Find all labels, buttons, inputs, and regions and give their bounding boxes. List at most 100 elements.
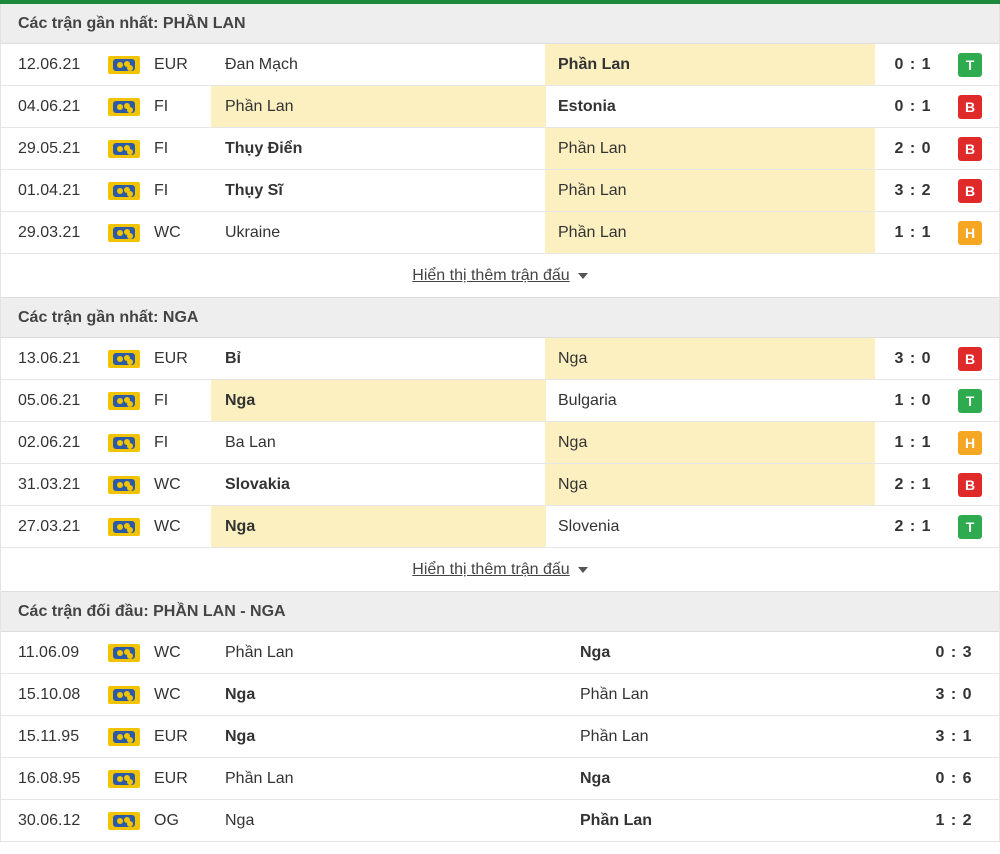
league-code[interactable]: FI (154, 86, 214, 127)
match-score[interactable]: 1 : 2 (916, 800, 992, 841)
league-code[interactable]: FI (154, 380, 214, 421)
match-row[interactable]: 11.06.09 WC Phần Lan Nga 0 : 3 (1, 632, 999, 674)
match-score[interactable]: 2 : 1 (873, 464, 953, 505)
result-cell: H (958, 212, 982, 253)
match-score[interactable]: 3 : 1 (916, 716, 992, 757)
league-code[interactable]: EUR (154, 44, 214, 85)
result-badge: B (958, 136, 982, 161)
league-code[interactable]: FI (154, 128, 214, 169)
show-more-link[interactable]: Hiển thị thêm trận đấu (412, 267, 569, 285)
home-team[interactable]: Nga (211, 506, 546, 547)
match-row[interactable]: 16.08.95 EUR Phần Lan Nga 0 : 6 (1, 758, 999, 800)
away-team[interactable]: Phần Lan (545, 128, 875, 169)
match-score[interactable]: 3 : 2 (873, 170, 953, 211)
show-more-link[interactable]: Hiển thị thêm trận đấu (412, 561, 569, 579)
league-code[interactable]: WC (154, 212, 214, 253)
league-code[interactable]: WC (154, 464, 214, 505)
world-map-flag-icon (108, 181, 140, 200)
match-row[interactable]: 01.04.21 FI Thụy Sĩ Phần Lan 3 : 2B (1, 170, 999, 212)
world-map-flag-icon (108, 643, 140, 662)
match-row[interactable]: 15.10.08 WC Nga Phần Lan 3 : 0 (1, 674, 999, 716)
away-team[interactable]: Bulgaria (545, 380, 875, 421)
home-team[interactable]: Thụy Điển (211, 128, 546, 169)
show-more-row: Hiển thị thêm trận đấu (1, 254, 999, 298)
league-flag-cell (107, 44, 141, 85)
away-team[interactable]: Nga (545, 338, 875, 379)
home-team[interactable]: Ba Lan (211, 422, 546, 463)
match-row[interactable]: 29.05.21 FI Thụy Điển Phần Lan 2 : 0B (1, 128, 999, 170)
match-score[interactable]: 1 : 1 (873, 422, 953, 463)
home-team[interactable]: Slovakia (211, 464, 546, 505)
home-team[interactable]: Nga (211, 800, 566, 841)
league-flag-cell (107, 506, 141, 547)
world-map-flag-icon (108, 811, 140, 830)
away-team[interactable]: Nga (545, 422, 875, 463)
world-map-flag-icon (108, 349, 140, 368)
home-team[interactable]: Thụy Sĩ (211, 170, 546, 211)
match-score[interactable]: 0 : 6 (916, 758, 992, 799)
result-badge: T (958, 514, 982, 539)
league-code[interactable]: FI (154, 422, 214, 463)
away-team[interactable]: Phần Lan (567, 674, 907, 715)
match-score[interactable]: 0 : 3 (916, 632, 992, 673)
match-score[interactable]: 1 : 1 (873, 212, 953, 253)
match-row[interactable]: 29.03.21 WC Ukraine Phần Lan 1 : 1H (1, 212, 999, 254)
away-team[interactable]: Estonia (545, 86, 875, 127)
match-row[interactable]: 04.06.21 FI Phần Lan Estonia 0 : 1B (1, 86, 999, 128)
match-score[interactable]: 3 : 0 (873, 338, 953, 379)
match-row[interactable]: 05.06.21 FI Nga Bulgaria 1 : 0T (1, 380, 999, 422)
league-code[interactable]: WC (154, 674, 214, 715)
match-row[interactable]: 27.03.21 WC Nga Slovenia 2 : 1T (1, 506, 999, 548)
league-flag-cell (107, 212, 141, 253)
caret-down-icon[interactable] (577, 566, 588, 573)
away-team[interactable]: Phần Lan (545, 170, 875, 211)
away-team[interactable]: Slovenia (545, 506, 875, 547)
home-team[interactable]: Bỉ (211, 338, 546, 379)
away-team[interactable]: Phần Lan (567, 716, 907, 757)
world-map-flag-icon (108, 55, 140, 74)
away-team[interactable]: Nga (567, 632, 907, 673)
home-team[interactable]: Ukraine (211, 212, 546, 253)
match-row[interactable]: 30.06.12 OG Nga Phần Lan 1 : 2 (1, 800, 999, 842)
match-score[interactable]: 0 : 1 (873, 44, 953, 85)
away-team[interactable]: Phần Lan (545, 212, 875, 253)
league-code[interactable]: WC (154, 506, 214, 547)
home-team[interactable]: Phần Lan (211, 86, 546, 127)
match-score[interactable]: 0 : 1 (873, 86, 953, 127)
home-team[interactable]: Nga (211, 380, 546, 421)
away-team[interactable]: Phần Lan (567, 800, 907, 841)
away-team[interactable]: Nga (567, 758, 907, 799)
caret-down-icon[interactable] (577, 272, 588, 279)
league-code[interactable]: EUR (154, 338, 214, 379)
match-row[interactable]: 12.06.21 EUR Đan Mạch Phần Lan 0 : 1T (1, 44, 999, 86)
home-team[interactable]: Nga (211, 674, 566, 715)
match-score[interactable]: 3 : 0 (916, 674, 992, 715)
home-team[interactable]: Phần Lan (211, 632, 566, 673)
result-cell: B (958, 128, 982, 169)
home-team[interactable]: Đan Mạch (211, 44, 546, 85)
match-row[interactable]: 13.06.21 EUR Bỉ Nga 3 : 0B (1, 338, 999, 380)
world-map-flag-icon (108, 433, 140, 452)
away-team[interactable]: Phần Lan (545, 44, 875, 85)
result-cell: T (958, 506, 982, 547)
result-cell: H (958, 422, 982, 463)
league-code[interactable]: WC (154, 632, 214, 673)
match-date: 31.03.21 (18, 475, 81, 493)
match-score[interactable]: 1 : 0 (873, 380, 953, 421)
league-flag-cell (107, 632, 141, 673)
home-team[interactable]: Phần Lan (211, 758, 566, 799)
match-score[interactable]: 2 : 0 (873, 128, 953, 169)
league-code[interactable]: EUR (154, 758, 214, 799)
league-code[interactable]: EUR (154, 716, 214, 757)
h2h-section-title: Các trận đối đầu: PHẦN LAN - NGA (1, 592, 999, 632)
league-code[interactable]: FI (154, 170, 214, 211)
match-row[interactable]: 02.06.21 FI Ba Lan Nga 1 : 1H (1, 422, 999, 464)
league-code[interactable]: OG (154, 800, 214, 841)
match-row[interactable]: 31.03.21 WC Slovakia Nga 2 : 1B (1, 464, 999, 506)
home-team[interactable]: Nga (211, 716, 566, 757)
match-row[interactable]: 15.11.95 EUR Nga Phần Lan 3 : 1 (1, 716, 999, 758)
match-date: 01.04.21 (18, 181, 81, 199)
away-team[interactable]: Nga (545, 464, 875, 505)
world-map-flag-icon (108, 391, 140, 410)
match-score[interactable]: 2 : 1 (873, 506, 953, 547)
